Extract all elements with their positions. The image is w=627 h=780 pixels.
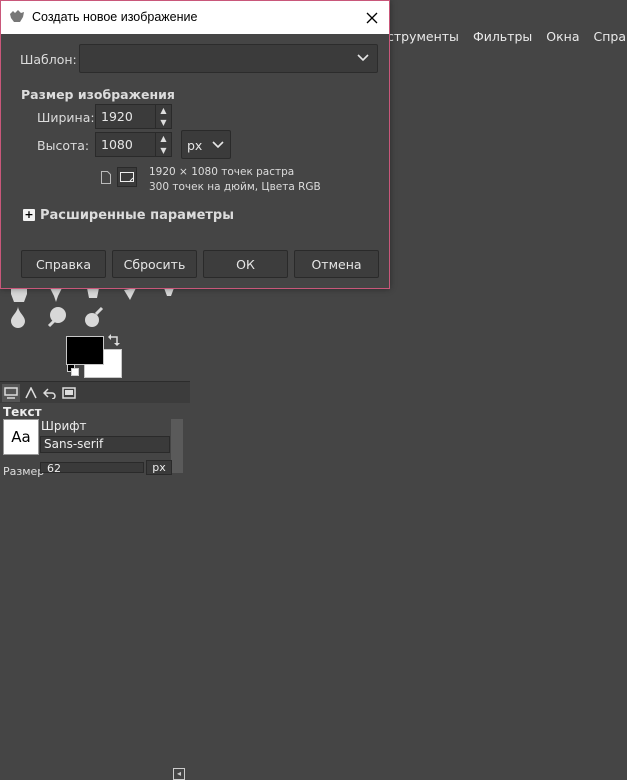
menu-tools[interactable]: струменты (380, 29, 466, 44)
width-label: Ширина: (37, 110, 95, 125)
height-decrement-icon[interactable]: ▼ (156, 145, 171, 156)
tool-options-scrollbar[interactable] (171, 419, 183, 473)
menu-help[interactable]: Справка (587, 29, 627, 44)
dialog-title: Создать новое изображение (32, 10, 197, 24)
size-input[interactable]: 62 (40, 462, 144, 473)
ok-button[interactable]: ОК (203, 250, 288, 278)
close-icon[interactable] (355, 1, 389, 34)
width-increment-icon[interactable]: ▲ (156, 105, 171, 116)
gimp-app-icon (9, 10, 25, 24)
width-spinbox[interactable]: 1920 ▲ ▼ (95, 104, 172, 129)
menu-filters[interactable]: Фильтры (466, 29, 539, 44)
chevron-down-icon (212, 139, 224, 151)
height-spinbox[interactable]: 1080 ▲ ▼ (95, 132, 172, 157)
color-picker-icon[interactable] (43, 304, 69, 330)
template-select[interactable] (79, 44, 378, 73)
font-label: Шрифт (41, 419, 87, 433)
reset-colors-icon[interactable] (67, 364, 77, 374)
height-value: 1080 (101, 137, 133, 152)
tool-options-tab-icon[interactable] (2, 384, 20, 402)
image-info-size: 1920 × 1080 точек растра (149, 166, 294, 178)
height-increment-icon[interactable]: ▲ (156, 133, 171, 144)
chevron-down-icon (357, 52, 369, 64)
width-value: 1920 (101, 109, 133, 124)
images-tab-icon[interactable] (60, 384, 78, 402)
magnify-tool-icon[interactable] (80, 304, 106, 330)
cancel-button[interactable]: Отмена (294, 250, 379, 278)
dock-menu-icon[interactable]: ◂ (173, 768, 185, 780)
width-decrement-icon[interactable]: ▼ (156, 117, 171, 128)
portrait-orientation-icon[interactable] (97, 168, 115, 186)
template-label: Шаблон: (20, 52, 77, 67)
main-menubar: струменты Фильтры Окна Справка (380, 26, 627, 46)
landscape-orientation-icon[interactable] (117, 167, 137, 187)
menu-windows[interactable]: Окна (539, 29, 586, 44)
undo-history-tab-icon[interactable] (41, 384, 59, 402)
expand-plus-icon[interactable]: + (23, 209, 35, 221)
swap-colors-icon[interactable] (108, 334, 120, 350)
reset-button[interactable]: Сбросить (112, 250, 197, 278)
unit-select[interactable]: px (181, 130, 231, 159)
unit-value: px (187, 138, 202, 153)
font-preview[interactable]: Aa (3, 419, 39, 455)
new-image-dialog: Создать новое изображение Шаблон: Размер… (0, 0, 390, 289)
size-label: Размер (3, 465, 44, 478)
height-label: Высота: (37, 138, 89, 153)
device-status-tab-icon[interactable] (22, 384, 40, 402)
dock-tabs: ◂ (0, 381, 190, 404)
font-input[interactable]: Sans-serif (40, 436, 170, 453)
foreground-color-swatch-top[interactable] (66, 336, 104, 365)
dialog-titlebar[interactable]: Создать новое изображение (1, 1, 389, 34)
blur-drop-icon[interactable] (5, 304, 31, 330)
image-size-heading: Размер изображения (21, 87, 175, 102)
advanced-options-expander[interactable]: Расширенные параметры (40, 208, 234, 223)
tool-options-title: Текст (3, 405, 42, 419)
image-info-resolution: 300 точек на дюйм, Цвета RGB (149, 181, 321, 193)
help-button[interactable]: Справка (21, 250, 106, 278)
